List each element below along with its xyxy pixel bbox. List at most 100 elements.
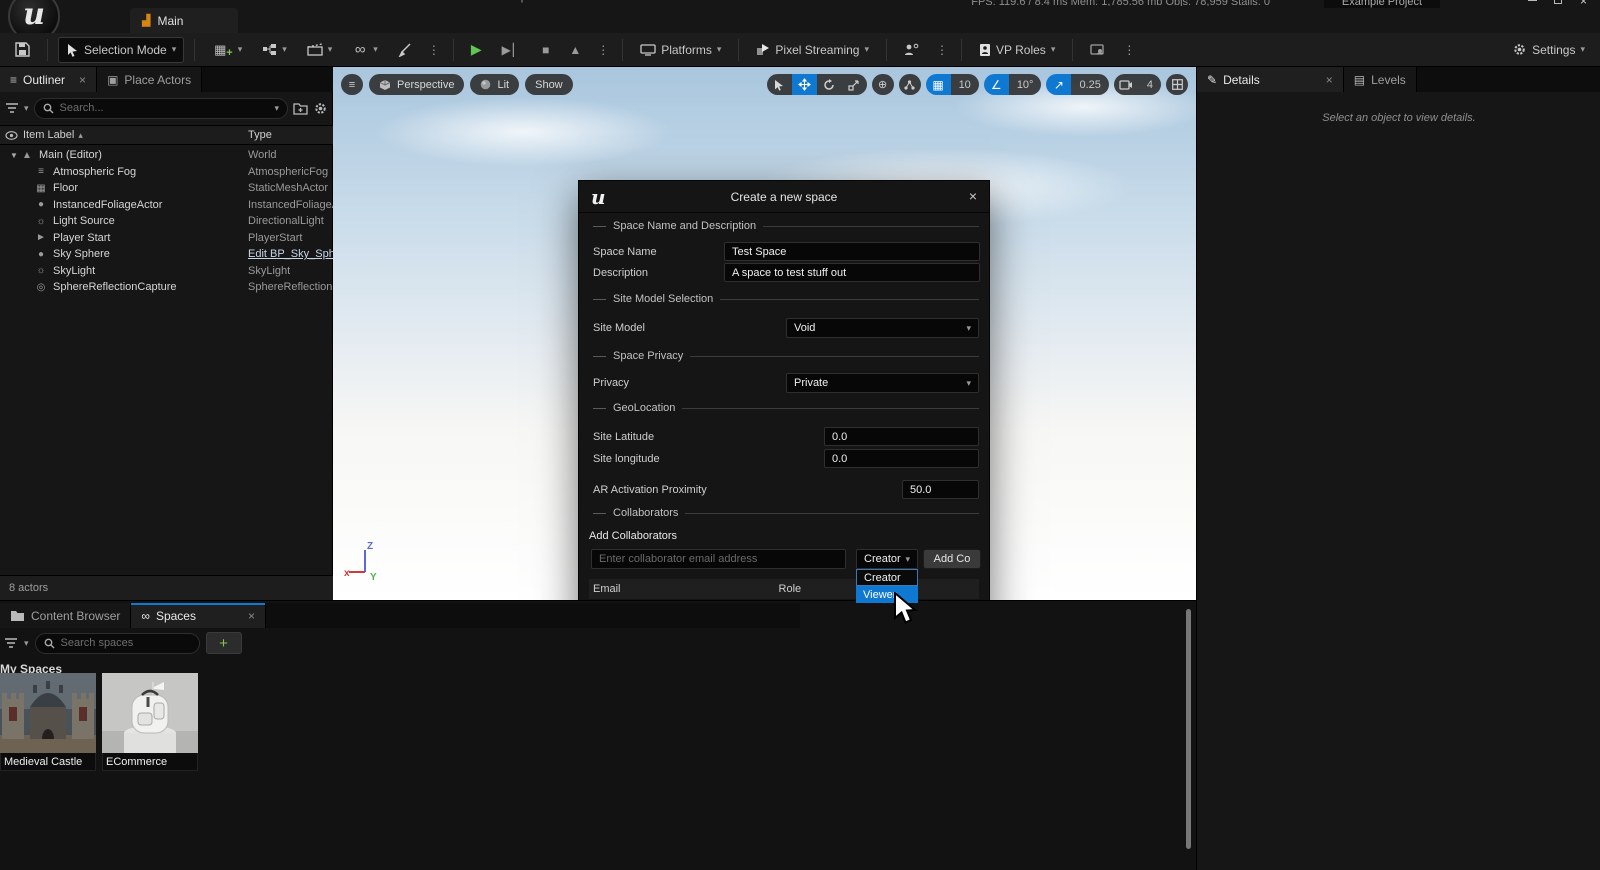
outliner-row[interactable]: ◎ SphereReflectionCapture SphereReflecti… <box>0 279 333 296</box>
tab-spaces[interactable]: ∞ Spaces × <box>131 603 266 628</box>
cinematics-dropdown[interactable]: ▾ <box>300 38 340 62</box>
add-actor-dropdown[interactable]: ▦ + ▾ <box>205 38 249 62</box>
outliner-row[interactable]: ► Player Start PlayerStart <box>0 230 333 247</box>
menu-window[interactable]: Window <box>229 0 268 5</box>
outliner-row[interactable]: ≡ Atmospheric Fog AtmosphericFog <box>0 164 333 181</box>
play-button[interactable]: ▶ <box>464 38 489 62</box>
show-dropdown[interactable]: Show <box>525 74 573 95</box>
blueprints-dropdown[interactable]: ▾ <box>255 38 294 62</box>
tab-main-level[interactable]: ▟ Main <box>130 8 238 33</box>
menu-select[interactable]: Select <box>396 0 427 5</box>
add-space-button[interactable]: + <box>206 632 242 654</box>
rotation-snap-value[interactable]: 10° <box>1009 74 1042 95</box>
latitude-input[interactable] <box>824 427 979 446</box>
outliner-row[interactable]: ● Sky Sphere Edit BP_Sky_Sphere <box>0 246 333 263</box>
ar-proximity-input[interactable] <box>902 480 979 499</box>
camera-speed-value[interactable]: 4 <box>1139 74 1161 95</box>
edit-blueprint-link[interactable]: Edit BP_Sky_Sphere <box>248 248 333 260</box>
close-window-button[interactable]: × <box>1580 0 1590 6</box>
menu-help[interactable]: Help <box>504 0 527 5</box>
rotation-snap-toggle[interactable]: ∠ <box>984 74 1009 95</box>
privacy-select[interactable]: Private ▾ <box>786 373 979 393</box>
menu-build[interactable]: Build <box>346 0 370 5</box>
kebab-menu-icon[interactable]: ⋮ <box>594 43 612 57</box>
scale-snap-toggle[interactable]: ↗ <box>1046 74 1071 95</box>
tab-place-actors[interactable]: ▣ Place Actors <box>97 67 202 92</box>
rotate-tool-button[interactable] <box>817 74 842 95</box>
perspective-dropdown[interactable]: Perspective <box>369 74 464 95</box>
grid-snap-value[interactable]: 10 <box>951 74 979 95</box>
pixel-streaming-dropdown[interactable]: Pixel Streaming ▾ <box>749 38 876 62</box>
lit-dropdown[interactable]: Lit <box>470 74 519 95</box>
launch-button[interactable]: ▲ <box>562 38 588 62</box>
tab-outliner[interactable]: ≡ Outliner × <box>0 67 97 92</box>
maximize-viewport-button[interactable] <box>1166 74 1188 95</box>
filter-icon[interactable] <box>5 102 19 114</box>
virtual-camera-button[interactable] <box>1083 38 1114 62</box>
outliner-row[interactable]: ☼ SkyLight SkyLight <box>0 263 333 280</box>
outliner-search[interactable]: ▾ <box>34 98 288 119</box>
scale-tool-button[interactable] <box>842 74 867 95</box>
close-icon[interactable]: × <box>1326 73 1333 87</box>
outliner-search-input[interactable] <box>60 102 269 114</box>
expand-arrow-icon[interactable]: ▼ <box>8 151 20 160</box>
tab-content-browser[interactable]: Content Browser <box>0 603 131 628</box>
new-folder-icon[interactable] <box>293 102 308 115</box>
select-tool-button[interactable] <box>767 74 792 95</box>
outliner-row[interactable]: ☼ Light Source DirectionalLight <box>0 213 333 230</box>
multi-user-button[interactable] <box>897 38 927 62</box>
kebab-menu-icon[interactable]: ⋮ <box>425 43 443 57</box>
outliner-row[interactable]: ▦ Floor StaticMeshActor <box>0 180 333 197</box>
menu-tools[interactable]: Tools <box>294 0 320 5</box>
column-item-label[interactable]: Item Label <box>23 129 74 141</box>
vertical-scrollbar[interactable] <box>1186 609 1191 849</box>
platforms-dropdown[interactable]: Platforms ▾ <box>633 38 728 62</box>
outliner-row[interactable]: ● InstancedFoliageActor InstancedFoliage… <box>0 197 333 214</box>
frame-skip-button[interactable]: ▶▏ <box>495 38 529 62</box>
surface-snap-button[interactable] <box>899 74 921 95</box>
chevron-down-icon[interactable]: ▾ <box>24 638 29 649</box>
space-card-ecommerce[interactable]: ECommerce <box>102 673 198 771</box>
outliner-row[interactable]: ▼ ▲ Main (Editor) World <box>0 147 333 164</box>
camera-speed-button[interactable] <box>1114 74 1139 95</box>
menu-actor[interactable]: Actor <box>453 0 479 5</box>
world-space-toggle[interactable]: ⊕ <box>872 74 894 95</box>
site-model-select[interactable]: Void ▾ <box>786 318 979 338</box>
minimize-button[interactable] <box>1528 0 1538 6</box>
description-input[interactable] <box>724 263 980 282</box>
stop-button[interactable]: ■ <box>535 38 556 62</box>
role-option-creator[interactable]: Creator <box>856 569 918 586</box>
chevron-down-icon[interactable]: ▾ <box>24 103 29 114</box>
add-collaborator-button[interactable]: Add Co <box>923 549 981 569</box>
longitude-input[interactable] <box>824 449 979 468</box>
tab-levels[interactable]: ▤ Levels <box>1344 67 1417 92</box>
scale-snap-value[interactable]: 0.25 <box>1071 74 1108 95</box>
chevron-down-icon[interactable]: ▾ <box>274 103 279 114</box>
column-type[interactable]: Type <box>248 129 333 141</box>
close-icon[interactable]: × <box>248 609 255 623</box>
move-tool-button[interactable] <box>792 74 817 95</box>
space-card-medieval-castle[interactable]: Medieval Castle <box>0 673 96 771</box>
kebab-menu-icon[interactable]: ⋮ <box>1120 43 1138 57</box>
kebab-menu-icon[interactable]: ⋮ <box>933 43 951 57</box>
filter-icon[interactable] <box>4 637 18 649</box>
menu-edit[interactable]: Edit <box>184 0 203 5</box>
eye-icon[interactable] <box>5 131 18 140</box>
close-icon[interactable]: × <box>79 73 86 87</box>
selection-mode-dropdown[interactable]: Selection Mode ▾ <box>58 37 184 63</box>
grid-snap-toggle[interactable]: ▦ <box>926 74 951 95</box>
gear-icon[interactable] <box>313 101 328 116</box>
collaborator-role-select[interactable]: Creator ▾ <box>856 549 918 569</box>
menu-file[interactable]: File <box>140 0 158 5</box>
tab-details[interactable]: ✎ Details × <box>1197 67 1344 92</box>
paint-tool-button[interactable] <box>391 38 419 62</box>
spaces-search-input[interactable] <box>61 637 191 649</box>
space-name-input[interactable] <box>724 242 980 261</box>
spaces-search[interactable] <box>35 633 200 654</box>
vp-roles-dropdown[interactable]: VP Roles ▾ <box>972 38 1062 62</box>
sequencer-dropdown[interactable]: ∞ ▾ <box>345 38 385 62</box>
maximize-button[interactable] <box>1554 0 1564 6</box>
dialog-header[interactable]: u Create a new space × <box>579 181 989 213</box>
collaborator-email-input[interactable] <box>591 549 846 569</box>
settings-dropdown[interactable]: Settings ▾ <box>1505 38 1592 62</box>
